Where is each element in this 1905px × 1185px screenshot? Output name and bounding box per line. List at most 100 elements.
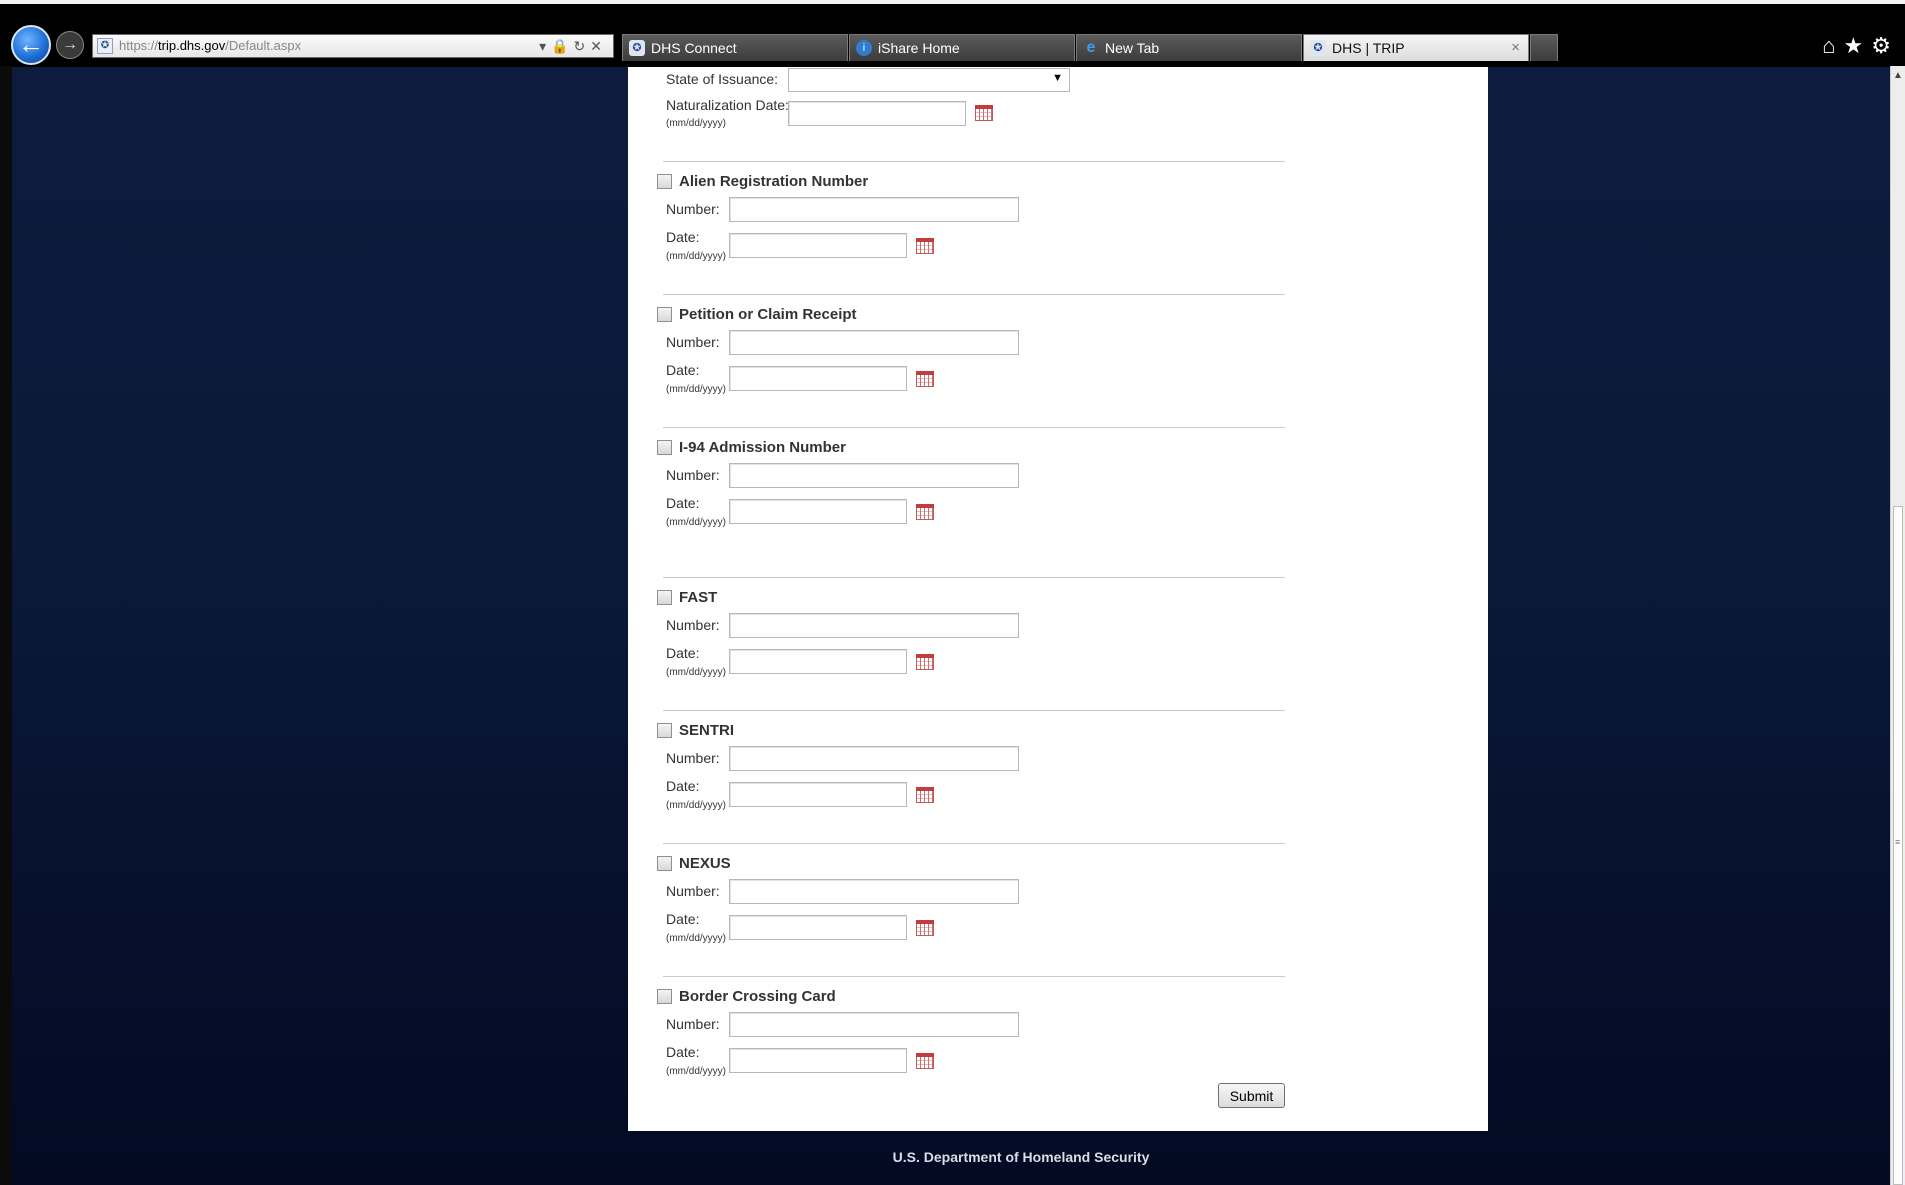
window-left-edge bbox=[0, 66, 12, 1185]
tab-dhs-connect[interactable]: ✪ DHS Connect bbox=[622, 34, 848, 61]
calendar-icon[interactable] bbox=[916, 787, 934, 803]
scroll-up-arrow-icon[interactable]: ▲ bbox=[1893, 70, 1903, 81]
border-crossing-number-field[interactable] bbox=[729, 1012, 1019, 1037]
i94-admission-date-field[interactable] bbox=[729, 499, 907, 524]
stop-icon[interactable]: ✕ bbox=[590, 38, 607, 54]
section-title: NEXUS bbox=[679, 855, 731, 872]
section-title: Border Crossing Card bbox=[679, 988, 836, 1005]
tab-label: DHS Connect bbox=[651, 40, 737, 56]
tab-dhs-trip[interactable]: ✪ DHS | TRIP × bbox=[1303, 34, 1529, 61]
border-crossing-date-field[interactable] bbox=[729, 1048, 907, 1073]
address-url: https://trip.dhs.gov/Default.aspx bbox=[119, 38, 302, 53]
nexus-checkbox[interactable] bbox=[657, 856, 672, 871]
fast-date-field[interactable] bbox=[729, 649, 907, 674]
section-divider bbox=[663, 577, 1285, 578]
number-label: Number: bbox=[666, 334, 720, 350]
section-title: Alien Registration Number bbox=[679, 173, 869, 190]
alien-registration-date-field[interactable] bbox=[729, 233, 907, 258]
section-divider bbox=[663, 161, 1285, 162]
number-label: Number: bbox=[666, 750, 720, 766]
date-format-hint: (mm/dd/yyyy) bbox=[666, 933, 726, 944]
number-label: Number: bbox=[666, 883, 720, 899]
sentri-number-field[interactable] bbox=[729, 746, 1019, 771]
home-icon[interactable]: ⌂ bbox=[1822, 33, 1843, 58]
i94-admission-checkbox[interactable] bbox=[657, 440, 672, 455]
nexus-date-field[interactable] bbox=[729, 915, 907, 940]
tab-label: iShare Home bbox=[878, 40, 960, 56]
back-button[interactable]: ← bbox=[11, 25, 51, 65]
tab-new-tab[interactable]: e New Tab bbox=[1076, 34, 1302, 61]
petition-claim-receipt-checkbox[interactable] bbox=[657, 307, 672, 322]
scrollbar-thumb[interactable]: ≡ bbox=[1893, 506, 1903, 1185]
date-format-hint: (mm/dd/yyyy) bbox=[666, 118, 726, 129]
window-top-border bbox=[0, 0, 1905, 4]
date-format-hint: (mm/dd/yyyy) bbox=[666, 517, 726, 528]
ie-logo-icon: e bbox=[1086, 39, 1096, 56]
footer-text: U.S. Department of Homeland Security bbox=[892, 1149, 1150, 1165]
back-arrow-icon: ← bbox=[18, 29, 44, 59]
section-divider bbox=[663, 976, 1285, 977]
state-of-issuance-select[interactable]: ▼ bbox=[788, 68, 1070, 92]
calendar-icon[interactable] bbox=[916, 1053, 934, 1069]
number-label: Number: bbox=[666, 201, 720, 217]
calendar-icon[interactable] bbox=[916, 504, 934, 520]
border-crossing-card-checkbox[interactable] bbox=[657, 989, 672, 1004]
i94-admission-number-field[interactable] bbox=[729, 463, 1019, 488]
close-tab-icon[interactable]: × bbox=[1511, 35, 1520, 61]
lock-icon[interactable]: 🔒 bbox=[551, 38, 573, 54]
form-panel: State of Issuance: ▼ Naturalization Date… bbox=[628, 67, 1488, 1131]
date-label: Date: bbox=[666, 1044, 700, 1060]
petition-claim-date-field[interactable] bbox=[729, 366, 907, 391]
section-divider bbox=[663, 294, 1285, 295]
calendar-icon[interactable] bbox=[916, 238, 934, 254]
date-label: Date: bbox=[666, 645, 700, 661]
nexus-number-field[interactable] bbox=[729, 879, 1019, 904]
section-title: Petition or Claim Receipt bbox=[679, 306, 857, 323]
date-label: Date: bbox=[666, 229, 700, 245]
calendar-icon[interactable] bbox=[916, 654, 934, 670]
refresh-icon[interactable]: ↻ bbox=[574, 38, 591, 54]
dhs-seal-icon: ✪ bbox=[629, 40, 645, 56]
forward-button[interactable]: → bbox=[56, 31, 84, 59]
date-format-hint: (mm/dd/yyyy) bbox=[666, 800, 726, 811]
section-title: FAST bbox=[679, 589, 718, 606]
fast-checkbox[interactable] bbox=[657, 590, 672, 605]
forward-arrow-icon: → bbox=[62, 36, 78, 53]
section-divider bbox=[663, 843, 1285, 844]
calendar-icon[interactable] bbox=[916, 920, 934, 936]
tab-label: DHS | TRIP bbox=[1332, 40, 1405, 56]
alien-registration-checkbox[interactable] bbox=[657, 174, 672, 189]
dhs-seal-icon: ✪ bbox=[97, 38, 113, 54]
naturalization-date-field[interactable] bbox=[788, 101, 966, 126]
sentri-date-field[interactable] bbox=[729, 782, 907, 807]
page-viewport: State of Issuance: ▼ Naturalization Date… bbox=[12, 67, 1890, 1185]
address-bar[interactable]: ✪ https://trip.dhs.gov/Default.aspx ▾🔒↻✕ bbox=[92, 34, 614, 58]
date-format-hint: (mm/dd/yyyy) bbox=[666, 251, 726, 262]
number-label: Number: bbox=[666, 617, 720, 633]
section-title: SENTRI bbox=[679, 722, 735, 739]
petition-claim-number-field[interactable] bbox=[729, 330, 1019, 355]
browser-tools: ⌂★⚙ bbox=[1822, 33, 1899, 59]
date-format-hint: (mm/dd/yyyy) bbox=[666, 667, 726, 678]
address-controls: ▾🔒↻✕ bbox=[539, 35, 607, 57]
calendar-icon[interactable] bbox=[916, 371, 934, 387]
tab-ishare-home[interactable]: i iShare Home bbox=[849, 34, 1075, 61]
new-tab-button[interactable] bbox=[1530, 34, 1558, 61]
section-divider bbox=[663, 427, 1285, 428]
dhs-seal-icon: ✪ bbox=[1310, 40, 1326, 56]
settings-gear-icon[interactable]: ⚙ bbox=[1871, 33, 1899, 58]
vertical-scrollbar[interactable]: ▲ ≡ bbox=[1890, 66, 1905, 1185]
fast-number-field[interactable] bbox=[729, 613, 1019, 638]
submit-button[interactable]: Submit bbox=[1218, 1083, 1285, 1108]
dropdown-icon[interactable]: ▾ bbox=[539, 38, 551, 54]
tab-label: New Tab bbox=[1105, 40, 1160, 56]
date-label: Date: bbox=[666, 911, 700, 927]
browser-chrome: ← → ✪ https://trip.dhs.gov/Default.aspx … bbox=[0, 0, 1905, 66]
grip-icon: ≡ bbox=[1895, 837, 1901, 847]
favorites-star-icon[interactable]: ★ bbox=[1844, 33, 1872, 58]
number-label: Number: bbox=[666, 1016, 720, 1032]
alien-registration-number-field[interactable] bbox=[729, 197, 1019, 222]
sentri-checkbox[interactable] bbox=[657, 723, 672, 738]
calendar-icon[interactable] bbox=[975, 105, 993, 121]
date-label: Date: bbox=[666, 495, 700, 511]
